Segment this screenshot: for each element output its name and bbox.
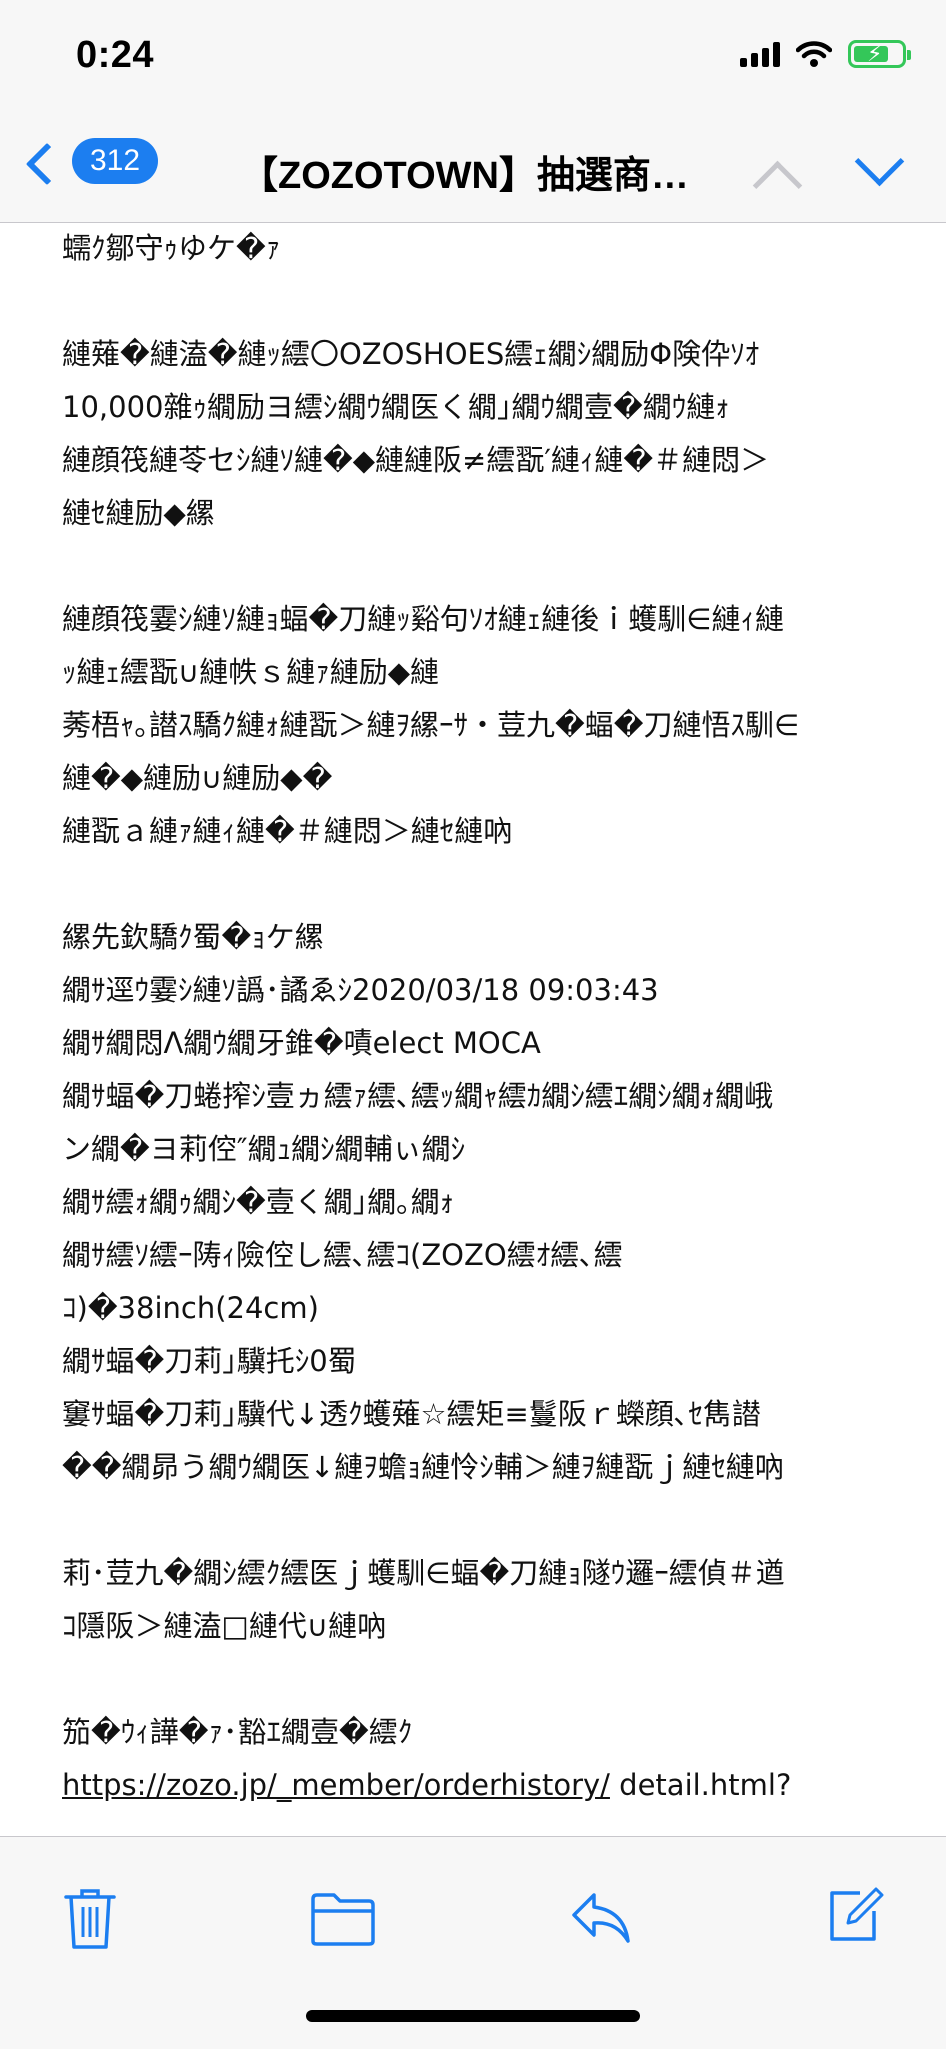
link-tail-text: detail.html? xyxy=(609,1768,792,1802)
body-text-line: 縲先欽驕ｸ蜀�ｮケ縲 xyxy=(62,920,324,954)
body-text-line: 繝ｻ繧ｫ繝ｩ繝ｼ�壹く繝｣繝｡繝ｫ xyxy=(62,1185,455,1219)
order-history-link-line: https://zozo.jp/_member/orderhistory/ de… xyxy=(62,1759,902,1812)
body-text-line xyxy=(62,858,902,911)
body-text-line: 莉･荳九�繝ｼ繧ｸ繧医ｊ蠖馴∈蝠�刀縺ｮ隧ｳ邏ｰ繧偵＃遒 xyxy=(62,1556,785,1590)
home-indicator xyxy=(306,2010,640,2022)
body-text-line: ｯ縺ｪ繧翫∪縺帙ｓ縺ｧ縺励◆縺 xyxy=(62,655,440,689)
next-message-chevron-down-icon[interactable] xyxy=(854,136,905,187)
body-text-line: 繝ｻ蝠�刀莉｣驥托ｼ0蜀 xyxy=(62,1344,357,1378)
order-history-link[interactable]: https://zozo.jp/_member/orderhistory/ xyxy=(62,1768,610,1802)
wifi-icon xyxy=(796,41,832,67)
body-text-line: 縺顔筏霎ｼ縺ｿ縺ｮ蝠�刀縺ｯ谿句ｿｵ縺ｪ縺後ｉ蠖馴∈縺ｨ縺 xyxy=(62,602,784,636)
body-text-line xyxy=(62,540,902,593)
folder-icon[interactable] xyxy=(310,1891,376,1952)
body-text-line: 蠕ｸ鄒守ｩゆケ�ｧ xyxy=(62,231,281,265)
body-text-line: 縺ｾ縺励◆縲 xyxy=(62,496,215,530)
reply-icon[interactable] xyxy=(570,1889,632,1952)
body-text-line: 笳�ｳｨ譁�ｧ･豁ｴ繝壹�繧ｸ xyxy=(62,1715,413,1749)
status-bar: 0:24 ⚡ xyxy=(0,0,946,120)
mail-body: 蠕ｸ鄒守ｩゆケ�ｧ 縺薙�縺溘�縺ｯ繧〇OZOSHOES繧ｪ繝ｼ繝励Φ険伜ｿｵ 10… xyxy=(62,222,902,1812)
body-text-line: 窶ｻ蝠�刀莉｣驥代↓透ｸ蠖薙☆繧矩≡鬘阪ｒ蠑顔､ｾ雋譛 xyxy=(62,1397,761,1431)
body-text-line: 縺顔筏縺苓セｼ縺ｿ縺�◆縺縺阪≠繧翫′縺ｨ縺�＃縺悶＞ xyxy=(62,443,770,477)
cellular-signal-icon xyxy=(740,41,780,67)
body-text-line: ン繝�ヨ莉倥″繝ｭ繝ｼ繝輔ぃ繝ｼ xyxy=(62,1132,466,1166)
body-text-line: 10,000雜ｩ繝励ヨ繧ｼ繝ｳ繝医く繝｣繝ｳ繝壹�繝ｳ縺ｫ xyxy=(62,390,730,424)
status-time: 0:24 xyxy=(76,34,155,76)
back-button[interactable]: 312 xyxy=(18,138,159,186)
unread-count-badge: 312 xyxy=(72,138,159,184)
body-text-line: ｺ)�38inch(24cm) xyxy=(62,1291,319,1325)
body-text-line: 縺翫ａ縺ｧ縺ｨ縺�＃縺悶＞縺ｾ縺吶 xyxy=(62,814,513,848)
body-text-line: 繝ｻ繝悶Λ繝ｳ繝牙錐�嘖elect MOCA xyxy=(62,1026,541,1060)
body-text-line: 繝ｻ繧ｿ繧ｰ陦ｨ險倥し繧､繧ｺ(ZOZO繧ｵ繧､繧 xyxy=(62,1238,623,1272)
body-text-line xyxy=(62,1494,902,1547)
body-text-line: 縺�◆縺励∪縺励◆� xyxy=(62,761,333,795)
previous-message-chevron-up-icon[interactable] xyxy=(752,160,803,211)
chevron-left-icon xyxy=(25,142,69,186)
body-text-line: 莠梧ｬ｡譛ｽ驕ｸ縺ｫ縺翫＞縺ｦ縲ｰｻ・荳九�蝠�刀縺悟ｽ馴∈ xyxy=(62,708,800,742)
body-text-line: ｺ隱阪＞縺溘□縺代∪縺吶 xyxy=(62,1609,387,1643)
battery-icon: ⚡ xyxy=(848,40,911,68)
body-text-line xyxy=(62,275,902,328)
body-text-line xyxy=(62,1653,902,1706)
nav-bar: 312 【ZOZOTOWN】抽選商… xyxy=(0,120,946,223)
status-icons: ⚡ xyxy=(740,40,911,68)
body-text-line: 繝ｻ蝠�刀蜷搾ｼ壹ヵ繧ｧ繧､繧ｯ繝ｬ繧ｶ繝ｼ繧ｴ繝ｼ繝ｫ繝峨 xyxy=(62,1079,774,1113)
message-subject-title: 【ZOZOTOWN】抽選商… xyxy=(240,155,689,197)
body-text-line: 繝ｻ逕ｳ霎ｼ縺ｿ譌･譎ゑｼ2020/03/18 09:03:43 xyxy=(62,973,659,1007)
trash-icon[interactable] xyxy=(62,1885,118,1956)
body-text-line: 縺薙�縺溘�縺ｯ繧〇OZOSHOES繧ｪ繝ｼ繝励Φ険伜ｿｵ xyxy=(62,337,760,371)
compose-icon[interactable] xyxy=(826,1883,884,1950)
body-text-line: ��繝昴う繝ｳ繝医↓縺ｦ蟾ｮ縺怜ｼ輔＞縺ｦ縺翫ｊ縺ｾ縺吶 xyxy=(62,1450,784,1484)
